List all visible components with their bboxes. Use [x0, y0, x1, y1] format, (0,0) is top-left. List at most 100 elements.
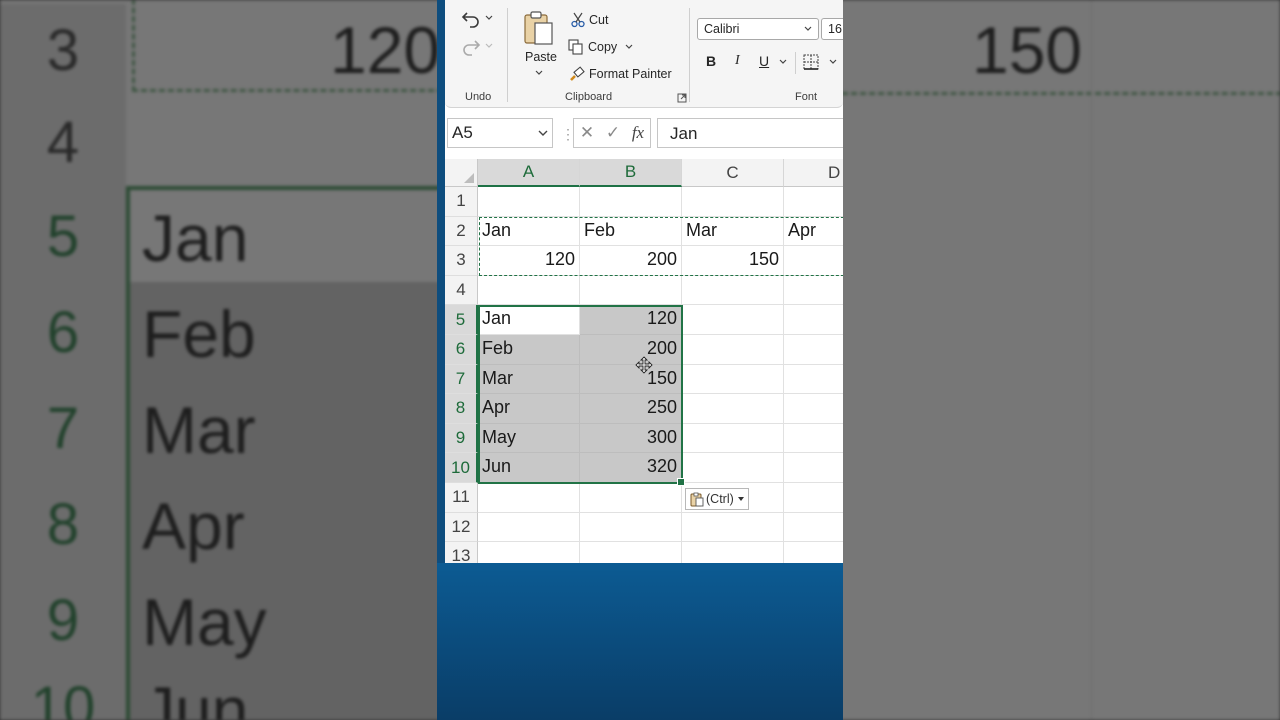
cell[interactable]: [784, 542, 843, 563]
font-size-select[interactable]: 16: [821, 18, 843, 40]
clipboard-icon: [690, 492, 704, 506]
cell[interactable]: [478, 512, 580, 543]
cell[interactable]: [682, 423, 784, 454]
cut-button[interactable]: Cut: [571, 12, 608, 28]
insert-function-button[interactable]: fx: [632, 123, 644, 143]
cell[interactable]: [478, 275, 580, 306]
formula-input[interactable]: Jan: [657, 118, 843, 148]
name-box[interactable]: A5: [447, 118, 553, 148]
cell[interactable]: [682, 512, 784, 543]
cell[interactable]: [580, 275, 682, 306]
dialog-launcher-icon[interactable]: [677, 93, 687, 103]
cell[interactable]: [784, 246, 843, 276]
row-header[interactable]: 12: [445, 512, 478, 543]
bold-button[interactable]: B: [706, 53, 716, 69]
excel-window: Undo Paste Cut Copy Format Painter Clipb…: [445, 0, 843, 563]
undo-button[interactable]: [461, 8, 497, 28]
redo-button[interactable]: [461, 36, 497, 56]
paste-button[interactable]: Paste: [523, 10, 557, 90]
borders-icon[interactable]: [803, 54, 819, 70]
cell[interactable]: Apr: [478, 394, 580, 424]
row-header[interactable]: 6: [445, 335, 478, 365]
format-painter-button[interactable]: Format Painter: [569, 66, 672, 82]
row-header[interactable]: 7: [445, 364, 478, 395]
column-header-d[interactable]: D: [784, 159, 843, 187]
cell[interactable]: [682, 542, 784, 563]
cell[interactable]: Feb: [478, 335, 580, 365]
blue-backdrop: [437, 563, 843, 720]
column-header-c[interactable]: C: [682, 159, 784, 187]
row-header[interactable]: 3: [445, 246, 478, 276]
cell[interactable]: [682, 275, 784, 306]
row-header[interactable]: 4: [445, 275, 478, 306]
row-header[interactable]: 9: [445, 423, 478, 454]
cell[interactable]: [784, 453, 843, 483]
column-header-b[interactable]: B: [580, 159, 682, 187]
row-header[interactable]: 10: [445, 453, 478, 483]
row-header[interactable]: 5: [445, 305, 478, 335]
row-header[interactable]: 11: [445, 483, 478, 513]
copy-label: Copy: [588, 40, 618, 54]
row-header[interactable]: 2: [445, 216, 478, 247]
enter-icon[interactable]: ✓: [606, 123, 620, 143]
cell[interactable]: [478, 483, 580, 513]
cell[interactable]: [478, 542, 580, 563]
cell[interactable]: [784, 394, 843, 424]
video-frame: 3 4 5 6 7 8 9 10 120 Jan Feb Mar Apr May…: [0, 0, 1280, 720]
cell[interactable]: Apr: [784, 217, 843, 247]
italic-button[interactable]: I: [735, 53, 740, 69]
cell[interactable]: [784, 305, 843, 335]
cell[interactable]: May: [478, 423, 580, 454]
cell[interactable]: [682, 453, 784, 483]
cell[interactable]: [682, 305, 784, 335]
cell[interactable]: 320: [580, 453, 682, 483]
cell[interactable]: 150: [682, 246, 784, 276]
row-header[interactable]: 8: [445, 394, 478, 424]
cell[interactable]: [784, 513, 843, 543]
cell[interactable]: [682, 335, 784, 365]
select-all-corner[interactable]: [445, 159, 478, 187]
chevron-down-icon[interactable]: [779, 59, 787, 65]
chevron-down-icon: [538, 130, 548, 136]
format-painter-label: Format Painter: [589, 67, 672, 81]
cell[interactable]: [784, 276, 843, 306]
cell[interactable]: [784, 335, 843, 365]
chevron-down-icon[interactable]: [829, 59, 837, 65]
cell[interactable]: 300: [580, 423, 682, 454]
active-cell[interactable]: Jan: [478, 305, 580, 335]
copy-button[interactable]: Copy: [568, 39, 637, 55]
divider: [795, 52, 796, 74]
cell[interactable]: [784, 187, 843, 217]
cell[interactable]: [580, 187, 682, 217]
cell[interactable]: Mar: [478, 364, 580, 395]
cell[interactable]: [682, 394, 784, 424]
cell[interactable]: [580, 512, 682, 543]
cell[interactable]: [580, 542, 682, 563]
cell[interactable]: [682, 364, 784, 395]
cell[interactable]: [784, 483, 843, 513]
cell[interactable]: Jun: [478, 453, 580, 483]
cell[interactable]: 200: [580, 246, 682, 276]
cell[interactable]: [682, 187, 784, 217]
cell[interactable]: [478, 187, 580, 217]
undo-icon: [461, 12, 479, 28]
chevron-down-icon: [485, 15, 493, 20]
cell[interactable]: 150: [580, 364, 682, 395]
cell[interactable]: [784, 424, 843, 454]
row-header[interactable]: 1: [445, 187, 478, 217]
cell[interactable]: Mar: [682, 216, 784, 247]
cell[interactable]: [784, 365, 843, 395]
cell[interactable]: 250: [580, 394, 682, 424]
underline-button[interactable]: U: [759, 53, 769, 69]
cell[interactable]: Feb: [580, 216, 682, 247]
column-header-a[interactable]: A: [478, 159, 580, 187]
paste-options-button[interactable]: (Ctrl): [685, 488, 749, 510]
cell[interactable]: 120: [478, 246, 580, 276]
cell[interactable]: 200: [580, 335, 682, 365]
cell[interactable]: [580, 483, 682, 513]
cell[interactable]: 120: [580, 305, 682, 335]
cancel-icon[interactable]: ✕: [580, 123, 594, 143]
row-header[interactable]: 13: [445, 542, 478, 563]
cell[interactable]: Jan: [478, 216, 580, 247]
font-name-select[interactable]: Calibri: [697, 18, 819, 40]
